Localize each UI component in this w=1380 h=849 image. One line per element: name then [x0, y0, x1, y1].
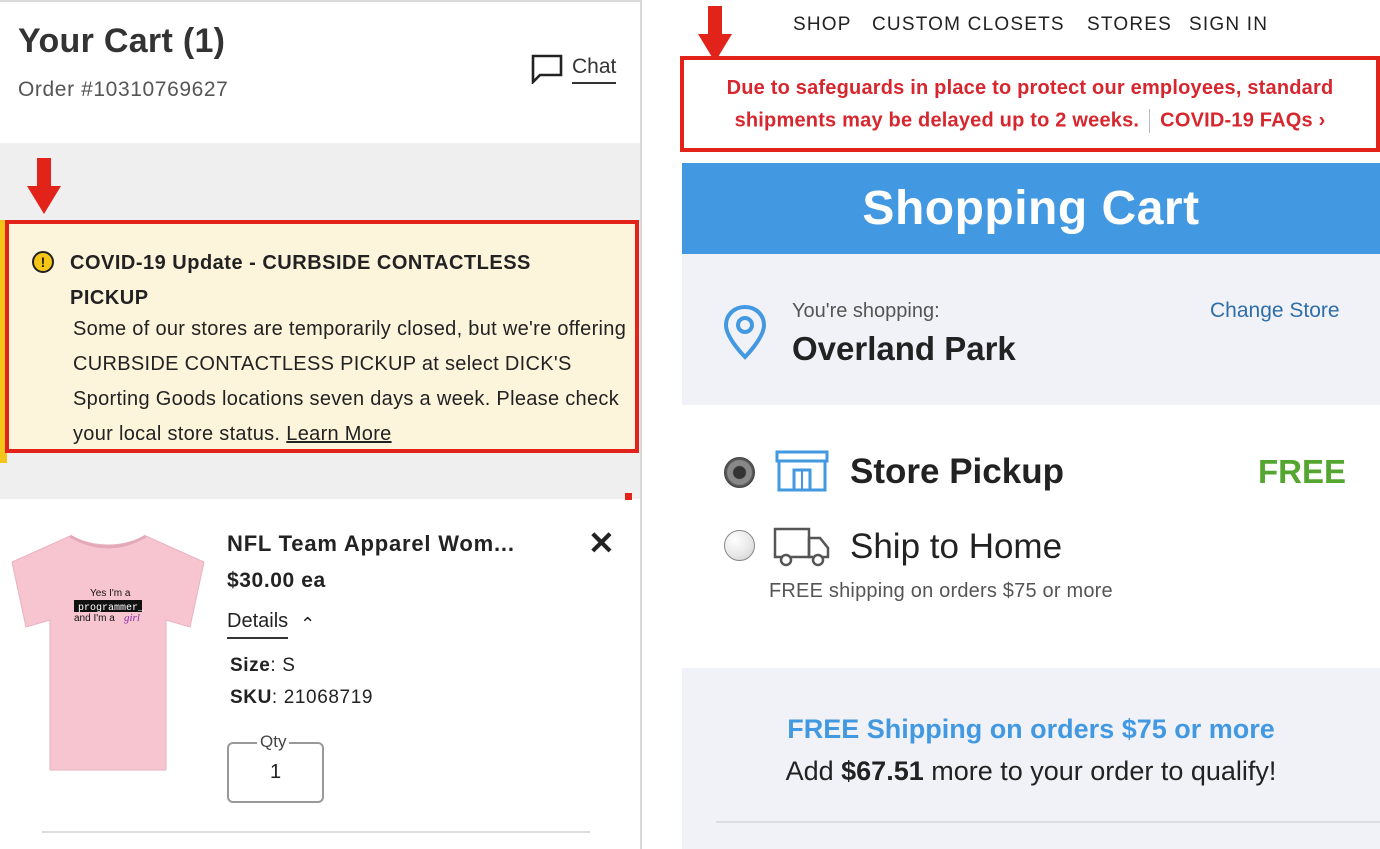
store-pickup-label[interactable]: Store Pickup	[850, 452, 1064, 492]
ship-to-home-label[interactable]: Ship to Home	[850, 527, 1062, 567]
product-price: $30.00 ea	[227, 569, 326, 592]
shirt-text-line4: girl	[124, 612, 140, 624]
chat-bubble-icon	[531, 54, 563, 84]
truck-icon	[773, 527, 830, 567]
separator	[1149, 109, 1151, 133]
product-sku: SKU: 21068719	[230, 687, 374, 708]
product-size: Size: S	[230, 655, 296, 676]
sku-value: 21068719	[283, 687, 374, 708]
promo-suffix: more to your order to qualify!	[923, 756, 1277, 786]
change-store-link[interactable]: Change Store	[1210, 299, 1340, 323]
quantity-label: Qty	[257, 732, 290, 752]
promo-subtitle: Add $67.51 more to your order to qualify…	[682, 756, 1380, 787]
sku-label: SKU	[230, 687, 272, 708]
size-label: Size	[230, 655, 271, 676]
ship-note: FREE shipping on orders $75 or more	[769, 580, 1113, 602]
divider	[716, 821, 1380, 823]
chevron-up-icon: ⌃	[300, 614, 316, 634]
remove-item-close-icon[interactable]: ✕	[588, 524, 615, 562]
notice-line-2-text: shipments may be delayed up to 2 weeks.	[734, 109, 1140, 132]
promo-amount: $67.51	[841, 756, 924, 786]
annotation-dot	[625, 493, 632, 500]
storefront-icon	[775, 450, 829, 492]
learn-more-link[interactable]: Learn More	[286, 423, 391, 445]
store-selector: You're shopping: Overland Park Change St…	[682, 254, 1380, 405]
annotation-arrow-icon	[27, 158, 61, 218]
order-number: Order #10310769627	[18, 78, 229, 101]
shirt-text-line1: Yes I'm a	[90, 588, 131, 599]
cart-title: Your Cart (1)	[18, 22, 226, 60]
nav-shop[interactable]: SHOP	[793, 14, 852, 36]
promo-prefix: Add	[785, 756, 842, 786]
store-pickup-radio[interactable]	[724, 457, 755, 488]
covid-faq-link[interactable]: COVID-19 FAQs ›	[1160, 109, 1325, 131]
details-label: Details	[227, 610, 289, 639]
covid-notice-body: Some of our stores are temporarily close…	[73, 312, 640, 452]
quantity-value[interactable]: 1	[229, 761, 322, 784]
chat-button[interactable]: Chat	[531, 54, 617, 84]
shirt-text-line3: and I'm a	[74, 613, 115, 624]
free-badge: FREE	[1258, 453, 1347, 490]
shopping-cart-banner: Shopping Cart	[682, 163, 1380, 254]
nav-sign-in[interactable]: SIGN IN	[1189, 14, 1268, 36]
product-name[interactable]: NFL Team Apparel Wom...	[227, 531, 515, 557]
dicks-cart-panel: Your Cart (1) Order #10310769627 Chat ! …	[0, 0, 642, 849]
nav-custom-closets[interactable]: CUSTOM CLOSETS	[872, 14, 1065, 36]
covid-notice: ! COVID-19 Update - CURBSIDE CONTACTLESS…	[5, 220, 639, 453]
shipping-delay-notice: Due to safeguards in place to protect ou…	[680, 56, 1380, 152]
notice-line-2: shipments may be delayed up to 2 weeks. C…	[684, 109, 1376, 133]
location-pin-icon	[723, 304, 767, 360]
ship-to-home-radio[interactable]	[724, 530, 755, 561]
free-shipping-promo: FREE Shipping on orders $75 or more Add …	[682, 668, 1380, 849]
product-image[interactable]: Yes I'm a programmer_ and I'm a girl	[8, 532, 208, 772]
shopping-label: You're shopping:	[792, 300, 940, 322]
promo-title: FREE Shipping on orders $75 or more	[787, 714, 1275, 744]
nav-stores[interactable]: STORES	[1087, 14, 1172, 36]
covid-notice-title: COVID-19 Update - CURBSIDE CONTACTLESS P…	[70, 252, 531, 309]
page-title: Shopping Cart	[862, 182, 1200, 235]
details-toggle[interactable]: Details ⌃	[227, 610, 315, 639]
divider	[42, 831, 590, 833]
quantity-field[interactable]: Qty 1	[227, 732, 324, 803]
chat-label: Chat	[572, 55, 617, 84]
store-name: Overland Park	[792, 330, 1016, 367]
warning-icon: !	[32, 251, 54, 273]
notice-line-1: Due to safeguards in place to protect ou…	[726, 77, 1334, 99]
size-value: S	[282, 655, 296, 676]
